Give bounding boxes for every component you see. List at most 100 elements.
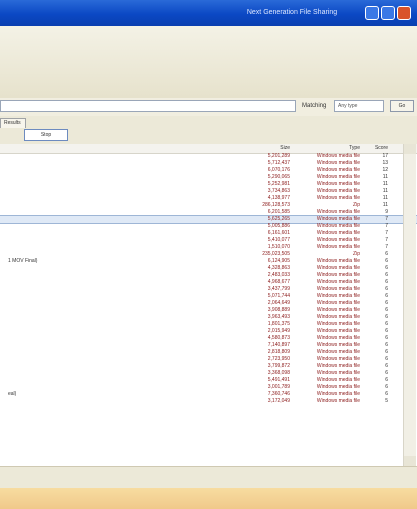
row-size-cell: 7,140,897	[267, 342, 290, 348]
row-score-cell: 6	[385, 391, 388, 397]
table-row[interactable]: 3,799,872 Windows media file 6	[0, 363, 417, 370]
table-row[interactable]: 3,908,889 Windows media file 6	[0, 307, 417, 314]
row-size-cell: 6,201,585	[267, 209, 290, 215]
table-row[interactable]: eal) 7,360,746 Windows media file 6	[0, 391, 417, 398]
close-button[interactable]	[397, 6, 411, 20]
row-size-cell: 5,712,437	[267, 160, 290, 166]
row-type-cell: Windows media file	[316, 384, 360, 390]
row-type-cell: Windows media file	[316, 321, 360, 327]
table-row[interactable]: 6,070,176 Windows media file 12	[0, 167, 417, 174]
row-type-cell: Windows media file	[316, 342, 360, 348]
results-grid: Size Type Score 5,201,289 Windows media f…	[0, 144, 417, 466]
tab-results[interactable]: Results	[0, 118, 26, 128]
vertical-scrollbar[interactable]	[403, 144, 416, 466]
table-row[interactable]: 5,252,981 Windows media file 11	[0, 181, 417, 188]
row-type-cell: Windows media file	[316, 272, 360, 278]
row-type-cell: Windows media file	[316, 265, 360, 271]
row-type-cell: Zip	[353, 251, 360, 257]
minimize-button[interactable]	[365, 6, 379, 20]
table-row[interactable]: 2,818,809 Windows media file 6	[0, 349, 417, 356]
table-row[interactable]: 3,734,863 Windows media file 11	[0, 188, 417, 195]
column-score[interactable]: Score	[366, 145, 388, 151]
table-row[interactable]: 2,015,949 Windows media file 6	[0, 328, 417, 335]
table-row[interactable]: 2,483,033 Windows media file 6	[0, 272, 417, 279]
row-score-cell: 6	[385, 349, 388, 355]
row-type-cell: Windows media file	[316, 174, 360, 180]
search-input[interactable]	[0, 100, 296, 112]
table-row[interactable]: 4,968,677 Windows media file 6	[0, 279, 417, 286]
table-row[interactable]: 286,128,573 Zip 11	[0, 202, 417, 209]
stop-button[interactable]: Stop	[24, 129, 68, 141]
row-score-cell: 12	[382, 167, 388, 173]
table-row[interactable]: 2,723,950 Windows media file 6	[0, 356, 417, 363]
row-type-cell: Windows media file	[316, 223, 360, 229]
row-size-cell: 3,437,799	[267, 286, 290, 292]
row-score-cell: 6	[385, 265, 388, 271]
row-type-cell: Windows media file	[316, 279, 360, 285]
table-row[interactable]: 2,064,649 Windows media file 6	[0, 300, 417, 307]
row-score-cell: 6	[385, 377, 388, 383]
table-row[interactable]: 5,005,886 Windows media file 7	[0, 223, 417, 230]
row-score-cell: 17	[382, 153, 388, 159]
row-score-cell: 11	[382, 181, 388, 187]
results-tabs: Results Stop	[0, 116, 417, 144]
type-select[interactable]: Any type	[334, 100, 384, 112]
table-row[interactable]: 5,625,265 Windows media file 7	[0, 215, 417, 224]
table-row[interactable]: 3,001,789 Windows media file 6	[0, 384, 417, 391]
table-row[interactable]: 6,161,601 Windows media file 7	[0, 230, 417, 237]
row-size-cell: 5,625,265	[267, 216, 290, 222]
row-score-cell: 13	[382, 160, 388, 166]
table-row[interactable]: 235,023,505 Zip 6	[0, 251, 417, 258]
row-score-cell: 6	[385, 328, 388, 334]
scroll-down-arrow[interactable]	[404, 456, 416, 466]
row-type-cell: Windows media file	[316, 195, 360, 201]
scroll-up-arrow[interactable]	[404, 144, 416, 154]
table-row[interactable]: 4,138,977 Windows media file 11	[0, 195, 417, 202]
search-bar: Matching Any type Go	[0, 98, 417, 116]
row-type-cell: Windows media file	[316, 314, 360, 320]
row-score-cell: 6	[385, 384, 388, 390]
table-row[interactable]: 3,368,098 Windows media file 6	[0, 370, 417, 377]
go-button[interactable]: Go	[390, 100, 414, 112]
table-row[interactable]: 3,437,799 Windows media file 6	[0, 286, 417, 293]
table-row[interactable]: 3,172,049 Windows media file 5	[0, 398, 417, 405]
row-size-cell: 2,483,033	[267, 272, 290, 278]
row-size-cell: 3,001,789	[267, 384, 290, 390]
row-score-cell: 6	[385, 370, 388, 376]
table-row[interactable]: 1,510,070 Windows media file 7	[0, 244, 417, 251]
row-score-cell: 7	[385, 237, 388, 243]
table-row[interactable]: 5,201,289 Windows media file 17	[0, 153, 417, 160]
table-row[interactable]: 1,801,375 Windows media file 6	[0, 321, 417, 328]
column-type[interactable]: Type	[310, 145, 360, 151]
table-row[interactable]: 4,328,863 Windows media file 6	[0, 265, 417, 272]
row-type-cell: Windows media file	[316, 181, 360, 187]
row-size-cell: 5,491,491	[267, 377, 290, 383]
column-size[interactable]: Size	[245, 145, 290, 151]
row-size-cell: 2,818,809	[267, 349, 290, 355]
row-type-cell: Windows media file	[316, 398, 360, 404]
maximize-button[interactable]	[381, 6, 395, 20]
row-score-cell: 11	[382, 174, 388, 180]
row-size-cell: 3,799,872	[267, 363, 290, 369]
matching-label: Matching	[302, 103, 327, 109]
table-row[interactable]: 5,410,077 Windows media file 7	[0, 237, 417, 244]
row-score-cell: 6	[385, 356, 388, 362]
row-size-cell: 3,908,889	[267, 307, 290, 313]
table-row[interactable]: 5,071,744 Windows media file 6	[0, 293, 417, 300]
table-row[interactable]: 5,712,437 Windows media file 13	[0, 160, 417, 167]
row-score-cell: 6	[385, 363, 388, 369]
table-row[interactable]: 7,140,897 Windows media file 6	[0, 342, 417, 349]
row-score-cell: 6	[385, 321, 388, 327]
row-type-cell: Windows media file	[316, 216, 360, 222]
table-row[interactable]: 3,963,493 Windows media file 6	[0, 314, 417, 321]
table-row[interactable]: 5,491,491 Windows media file 6	[0, 377, 417, 384]
table-row[interactable]: 1 MOV Final) 6,124,905 Windows media file 6	[0, 258, 417, 265]
table-row[interactable]: 6,201,585 Windows media file 9	[0, 209, 417, 216]
table-row[interactable]: 4,580,873 Windows media file 6	[0, 335, 417, 342]
row-size-cell: 6,161,601	[267, 230, 290, 236]
row-score-cell: 9	[385, 209, 388, 215]
table-row[interactable]: 5,290,065 Windows media file 11	[0, 174, 417, 181]
row-size-cell: 4,580,873	[267, 335, 290, 341]
row-score-cell: 6	[385, 314, 388, 320]
row-score-cell: 7	[385, 216, 388, 222]
